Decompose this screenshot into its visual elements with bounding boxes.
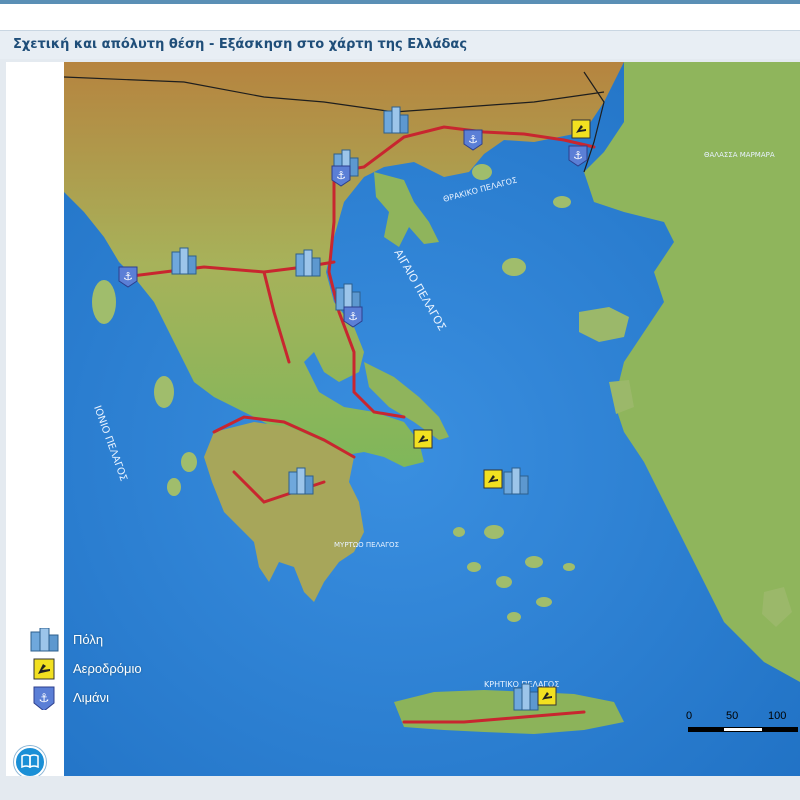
scale-tick-50: 50: [726, 710, 739, 722]
title-bar: Σχετική και απόλυτη θέση - Εξάσκηση στο …: [0, 30, 800, 60]
bottom-strip: [0, 776, 800, 800]
airport-marker[interactable]: [413, 429, 433, 449]
legend-label-city: Πόλη: [73, 632, 104, 647]
book-icon: [21, 754, 39, 768]
port-icon: ⚓: [33, 686, 55, 710]
svg-text:⚓: ⚓: [336, 169, 346, 182]
legend-label-port: Λιμάνι: [73, 690, 109, 705]
svg-text:⚓: ⚓: [123, 270, 133, 283]
legend-item-port: ⚓ Λιμάνι: [30, 686, 230, 714]
legend-item-city: Πόλη: [30, 628, 230, 656]
book-button[interactable]: [14, 746, 46, 778]
scale-bar: 0 50 100: [686, 710, 800, 740]
airport-marker[interactable]: [537, 686, 557, 706]
airport-marker[interactable]: [483, 469, 503, 489]
svg-text:⚓: ⚓: [468, 133, 478, 146]
airport-marker[interactable]: [571, 119, 591, 139]
scale-tick-100: 100: [768, 710, 787, 722]
svg-text:⚓: ⚓: [39, 691, 50, 705]
airport-icon: [33, 658, 55, 680]
myrtoan-sea-label: ΜΥΡΤΩΟ ΠΕΛΑΓΟΣ: [334, 541, 399, 549]
legend-item-airport: Αεροδρόμιο: [30, 657, 230, 685]
marmara-sea-label: ΘΑΛΑΣΣΑ ΜΑΡΜΑΡΑ: [704, 151, 775, 159]
legend-label-airport: Αεροδρόμιο: [73, 661, 142, 676]
svg-text:⚓: ⚓: [348, 310, 358, 323]
scale-segment: [724, 728, 762, 731]
top-strip: [0, 0, 800, 4]
scale-tick-0: 0: [686, 710, 693, 722]
page-title: Σχετική και απόλυτη θέση - Εξάσκηση στο …: [13, 37, 468, 52]
city-icon: [30, 628, 59, 652]
svg-text:⚓: ⚓: [573, 149, 583, 162]
